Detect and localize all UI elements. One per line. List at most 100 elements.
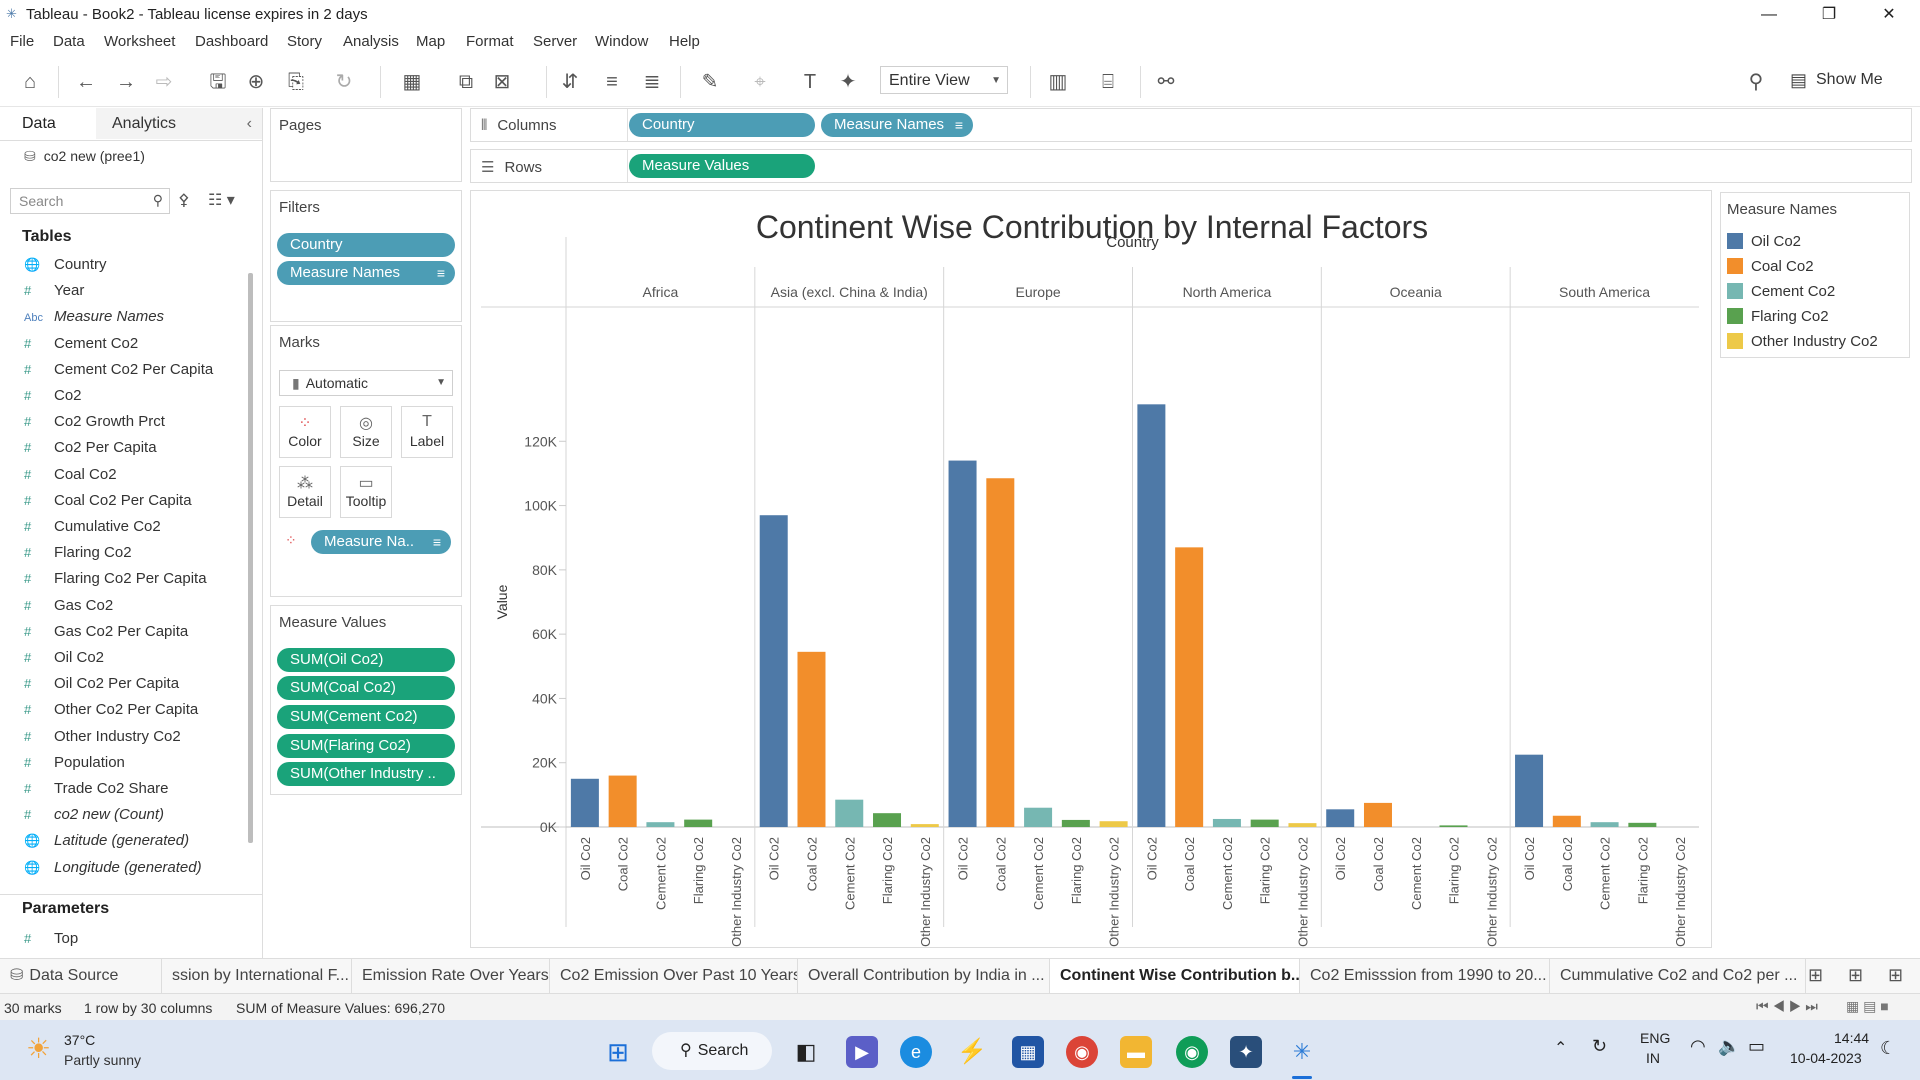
legend-item[interactable]: Cement Co2 bbox=[1727, 283, 1835, 301]
tooltip-button[interactable]: ▭ Tooltip bbox=[340, 466, 392, 518]
highlight-icon[interactable]: ✎ bbox=[696, 68, 724, 96]
chevron-up-icon[interactable]: ⌃ bbox=[1554, 1038, 1567, 1058]
replay-icon[interactable]: ⇨ bbox=[150, 68, 178, 96]
field-item[interactable]: # Other Co2 Per Capita bbox=[24, 701, 198, 723]
new-story-icon[interactable]: ⊞ bbox=[1888, 965, 1903, 986]
field-item[interactable]: # Gas Co2 bbox=[24, 597, 113, 619]
sync-icon[interactable]: ↻ bbox=[1592, 1036, 1607, 1057]
field-item[interactable]: # Flaring Co2 Per Capita bbox=[24, 570, 207, 592]
chrome-profile-icon[interactable]: ◉ bbox=[1176, 1036, 1208, 1068]
field-item[interactable]: # Cement Co2 bbox=[24, 335, 138, 357]
sheet-tab[interactable]: Co2 Emisssion from 1990 to 20... bbox=[1300, 959, 1550, 993]
menu-analysis[interactable]: Analysis bbox=[343, 30, 399, 50]
share-icon[interactable]: ⚯ bbox=[1152, 68, 1180, 96]
field-item[interactable]: # Coal Co2 bbox=[24, 466, 117, 488]
field-item[interactable]: # co2 new (Count) bbox=[24, 806, 164, 828]
notifications-icon[interactable]: ☾ bbox=[1880, 1038, 1896, 1059]
volume-icon[interactable]: 🔈 bbox=[1718, 1036, 1740, 1057]
field-item[interactable]: 🌐 Longitude (generated) bbox=[24, 859, 202, 881]
language-primary[interactable]: ENG bbox=[1640, 1030, 1670, 1046]
redo-icon[interactable]: → bbox=[112, 68, 140, 96]
bar[interactable] bbox=[1552, 815, 1581, 827]
bar[interactable] bbox=[873, 813, 902, 827]
bar[interactable] bbox=[1061, 819, 1090, 827]
group-members-icon[interactable]: ⌖ bbox=[746, 68, 774, 96]
size-button[interactable]: ◎ Size bbox=[340, 406, 392, 458]
menu-dashboard[interactable]: Dashboard bbox=[195, 30, 268, 50]
weather-icon[interactable]: ☀ bbox=[26, 1032, 51, 1065]
column-pill-measure-names[interactable]: Measure Names ≡ bbox=[821, 113, 973, 137]
clock-time[interactable]: 14:44 bbox=[1834, 1030, 1869, 1046]
bar-chart[interactable]: Country Africa Asia (excl. China & India) E… bbox=[471, 227, 1711, 947]
bar[interactable] bbox=[570, 778, 599, 827]
edge-icon[interactable]: e bbox=[900, 1036, 932, 1068]
field-item[interactable]: # Year bbox=[24, 282, 84, 304]
fix-axes-icon[interactable]: ✦ bbox=[834, 68, 862, 96]
menu-file[interactable]: File bbox=[10, 30, 34, 50]
field-item[interactable]: Abc Measure Names bbox=[24, 308, 164, 330]
show-me-icon[interactable]: ▤ bbox=[1790, 70, 1807, 91]
store-icon[interactable]: ▦ bbox=[1012, 1036, 1044, 1068]
measure-value-pill[interactable]: SUM(Other Industry .. bbox=[277, 762, 455, 786]
field-item[interactable]: 🌐 Latitude (generated) bbox=[24, 832, 189, 854]
bar[interactable] bbox=[1024, 807, 1053, 827]
tab-analytics[interactable]: Analytics ‹ bbox=[96, 108, 262, 139]
field-item[interactable]: # Co2 bbox=[24, 387, 82, 409]
menu-format[interactable]: Format bbox=[466, 30, 514, 50]
filter-pill-measure-names[interactable]: Measure Names ≡ bbox=[277, 261, 455, 285]
legend-item[interactable]: Other Industry Co2 bbox=[1727, 333, 1878, 351]
field-item[interactable]: # Flaring Co2 bbox=[24, 544, 132, 566]
search-input[interactable]: Search ⚲ bbox=[10, 188, 170, 214]
bar[interactable] bbox=[1099, 821, 1128, 827]
menu-server[interactable]: Server bbox=[533, 30, 577, 50]
field-item[interactable]: # Co2 Per Capita bbox=[24, 439, 157, 461]
color-pill-measure-names[interactable]: Measure Na.. ≡ bbox=[311, 530, 451, 554]
tab-data[interactable]: Data bbox=[0, 108, 95, 140]
mark-type-dropdown[interactable]: ▮ Automatic ▼ bbox=[279, 370, 453, 396]
sort-descending-icon[interactable]: ≣ bbox=[638, 68, 666, 96]
taskbar-search[interactable]: ⚲ Search bbox=[652, 1032, 772, 1070]
rows-shelf[interactable]: ☰ Rows Measure Values bbox=[470, 149, 1912, 183]
detail-button[interactable]: ⁂ Detail bbox=[279, 466, 331, 518]
columns-shelf[interactable]: ⫴ Columns Country Measure Names ≡ bbox=[470, 108, 1912, 142]
sheet-tab[interactable]: Emission Rate Over Years bbox=[352, 959, 550, 993]
show-cards-icon[interactable]: ▥ bbox=[1044, 68, 1072, 96]
bar[interactable] bbox=[684, 819, 713, 827]
pause-updates-icon[interactable]: ⎘ bbox=[282, 68, 310, 96]
menu-worksheet[interactable]: Worksheet bbox=[104, 30, 175, 50]
bar[interactable] bbox=[1363, 802, 1392, 827]
sort-ascending-icon[interactable]: ≡ bbox=[598, 68, 626, 96]
fit-dropdown[interactable]: Entire View ▼ bbox=[880, 66, 1008, 94]
filter-icon[interactable]: ⚴ bbox=[178, 190, 190, 210]
teams-chat-icon[interactable]: ▶ bbox=[846, 1036, 878, 1068]
menu-window[interactable]: Window bbox=[595, 30, 648, 50]
bar[interactable] bbox=[1628, 822, 1657, 827]
pages-shelf[interactable]: Pages bbox=[270, 108, 462, 182]
field-item[interactable]: # Coal Co2 Per Capita bbox=[24, 492, 192, 514]
clock-date[interactable]: 10-04-2023 bbox=[1790, 1050, 1862, 1066]
bar[interactable] bbox=[948, 460, 977, 827]
clear-sheet-icon[interactable]: ⊠ bbox=[488, 68, 516, 96]
wifi-icon[interactable]: ◠ bbox=[1690, 1036, 1706, 1057]
column-pill-country[interactable]: Country bbox=[629, 113, 815, 137]
swap-rows-columns-icon[interactable]: ⇵ bbox=[556, 68, 584, 96]
bar[interactable] bbox=[910, 824, 939, 827]
bar[interactable] bbox=[759, 515, 788, 827]
measure-value-pill[interactable]: SUM(Flaring Co2) bbox=[277, 734, 455, 758]
sheet-tab[interactable]: Co2 Emission Over Past 10 Years bbox=[550, 959, 798, 993]
menu-help[interactable]: Help bbox=[669, 30, 700, 50]
field-item[interactable]: # Oil Co2 Per Capita bbox=[24, 675, 179, 697]
show-labels-icon[interactable]: T bbox=[796, 68, 824, 96]
sheet-tab[interactable]: Overall Contribution by India in ... bbox=[798, 959, 1050, 993]
field-item[interactable]: # Oil Co2 bbox=[24, 649, 104, 671]
field-item[interactable]: # Cement Co2 Per Capita bbox=[24, 361, 213, 383]
view-options-icon[interactable]: ☷ ▾ bbox=[208, 190, 235, 210]
measure-value-pill[interactable]: SUM(Oil Co2) bbox=[277, 648, 455, 672]
show-me-button[interactable]: Show Me bbox=[1816, 71, 1883, 89]
sheet-navigation-icon[interactable]: ⏮ ◀ ▶ ⏭ bbox=[1756, 998, 1818, 1015]
field-item[interactable]: # Population bbox=[24, 754, 125, 776]
legend-item[interactable]: Coal Co2 bbox=[1727, 258, 1814, 276]
legend-item[interactable]: Oil Co2 bbox=[1727, 233, 1801, 251]
file-explorer-icon[interactable]: ▬ bbox=[1120, 1036, 1152, 1068]
presentation-mode-icon[interactable]: ⌸ bbox=[1094, 68, 1122, 96]
